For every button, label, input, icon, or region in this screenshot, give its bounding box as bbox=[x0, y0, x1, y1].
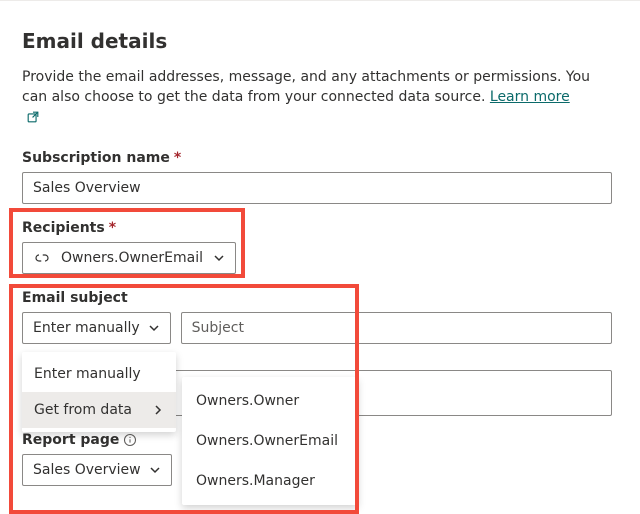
report-page-label-text: Report page bbox=[22, 432, 119, 448]
description: Provide the email addresses, message, an… bbox=[22, 67, 592, 130]
required-asterisk: * bbox=[109, 220, 116, 236]
recipients-chip[interactable]: Owners.OwnerEmail bbox=[22, 242, 236, 274]
email-subject-input[interactable] bbox=[181, 312, 612, 344]
menu-item-enter-manually-text: Enter manually bbox=[34, 366, 141, 382]
chevron-down-icon bbox=[149, 464, 161, 476]
email-subject-mode-dropdown[interactable]: Enter manually bbox=[22, 312, 171, 344]
submenu-item-1-text: Owners.OwnerEmail bbox=[196, 433, 338, 449]
subscription-name-field: Subscription name * bbox=[22, 150, 618, 204]
chevron-down-icon bbox=[148, 322, 160, 334]
info-icon[interactable] bbox=[123, 433, 137, 447]
chevron-down-icon bbox=[213, 252, 225, 264]
learn-more-link[interactable]: Learn more bbox=[490, 89, 570, 105]
submenu-item-0-text: Owners.Owner bbox=[196, 393, 299, 409]
email-subject-field: Email subject Enter manually bbox=[22, 290, 618, 344]
recipients-label: Recipients * bbox=[22, 220, 618, 236]
submenu-item-owners-owneremail[interactable]: Owners.OwnerEmail bbox=[182, 421, 358, 461]
email-subject-label: Email subject bbox=[22, 290, 618, 306]
email-subject-label-text: Email subject bbox=[22, 290, 128, 306]
subscription-name-input[interactable] bbox=[22, 172, 612, 204]
page-title: Email details bbox=[22, 29, 618, 53]
submenu-item-owners-owner[interactable]: Owners.Owner bbox=[182, 381, 358, 421]
menu-item-get-from-data[interactable]: Get from data bbox=[22, 392, 176, 428]
chevron-right-icon bbox=[152, 404, 164, 416]
submenu-item-2-text: Owners.Manager bbox=[196, 473, 315, 489]
subscription-name-label: Subscription name * bbox=[22, 150, 618, 166]
subscription-name-label-text: Subscription name bbox=[22, 150, 170, 166]
recipients-chip-text: Owners.OwnerEmail bbox=[61, 250, 203, 266]
recipients-label-text: Recipients bbox=[22, 220, 105, 236]
subject-mode-menu: Enter manually Get from data bbox=[22, 352, 176, 432]
menu-item-enter-manually[interactable]: Enter manually bbox=[22, 356, 176, 392]
external-link-icon bbox=[26, 110, 40, 130]
link-icon bbox=[33, 251, 51, 265]
submenu-item-owners-manager[interactable]: Owners.Manager bbox=[182, 461, 358, 501]
recipients-field: Recipients * Owners.OwnerEmail bbox=[22, 220, 618, 274]
data-source-submenu: Owners.Owner Owners.OwnerEmail Owners.Ma… bbox=[182, 377, 358, 505]
email-subject-mode-text: Enter manually bbox=[33, 320, 140, 336]
report-page-value: Sales Overview bbox=[33, 462, 141, 478]
report-page-dropdown[interactable]: Sales Overview bbox=[22, 454, 172, 486]
menu-item-get-from-data-text: Get from data bbox=[34, 402, 132, 418]
required-asterisk: * bbox=[174, 150, 181, 166]
